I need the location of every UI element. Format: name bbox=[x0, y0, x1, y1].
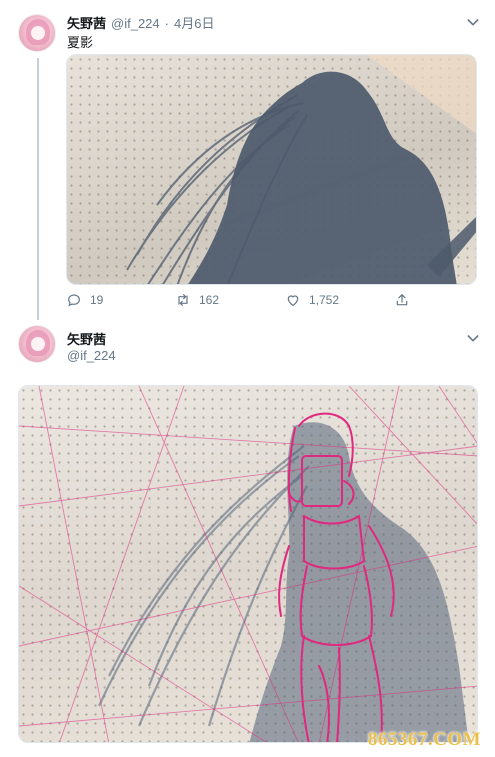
user-handle[interactable]: @if_224 bbox=[67, 348, 116, 364]
like-count: 1,752 bbox=[309, 293, 340, 307]
reply-icon bbox=[68, 294, 80, 307]
retweet-count: 162 bbox=[199, 293, 220, 307]
tweet-text: 夏影 bbox=[67, 35, 94, 50]
shadow-silhouette bbox=[126, 55, 476, 284]
share-button[interactable] bbox=[394, 292, 410, 308]
separator-dot: · bbox=[164, 16, 169, 31]
reply-count: 19 bbox=[90, 293, 104, 307]
twitter-thread: 矢野茜 @if_224 · 4月6日 夏影 19 162 1,752 矢野茜 @… bbox=[0, 0, 495, 757]
next-tweet-text-cutoff bbox=[18, 748, 318, 757]
like-button[interactable]: 1,752 bbox=[285, 292, 339, 308]
reply-button[interactable]: 19 bbox=[66, 292, 103, 308]
watermark: 865367.COM bbox=[367, 729, 481, 750]
avatar[interactable] bbox=[18, 325, 56, 363]
tweet-header: 矢野茜 @if_224 bbox=[67, 332, 116, 364]
share-icon bbox=[396, 294, 408, 306]
tweet-actions: 19 162 1,752 bbox=[66, 292, 477, 312]
retweet-icon bbox=[178, 294, 188, 306]
tweet-date[interactable]: 4月6日 bbox=[174, 13, 214, 32]
avatar[interactable] bbox=[18, 14, 56, 52]
tweet-header: 矢野茜 @if_224 · 4月6日 bbox=[67, 13, 214, 32]
user-handle[interactable]: @if_224 bbox=[111, 16, 160, 31]
tweet-photo-sketch[interactable] bbox=[18, 385, 478, 743]
tweet-photo-shadow[interactable] bbox=[66, 54, 477, 285]
like-icon bbox=[287, 295, 299, 306]
display-name[interactable]: 矢野茜 bbox=[67, 332, 116, 348]
thread-connector bbox=[37, 58, 39, 320]
display-name[interactable]: 矢野茜 bbox=[67, 13, 106, 32]
chevron-down-icon[interactable] bbox=[465, 330, 481, 346]
sketch-overlay bbox=[19, 386, 477, 742]
chevron-down-icon[interactable] bbox=[465, 14, 481, 30]
retweet-button[interactable]: 162 bbox=[175, 292, 219, 308]
